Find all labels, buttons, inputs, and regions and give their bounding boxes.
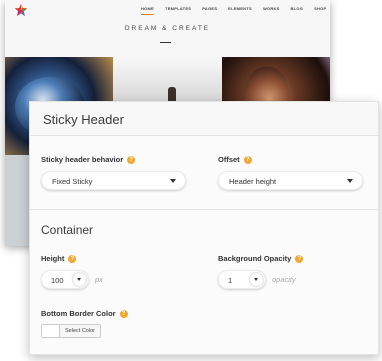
opacity-value: 1	[228, 276, 233, 285]
help-icon[interactable]: ?	[127, 155, 136, 164]
help-icon[interactable]: ?	[119, 309, 128, 318]
offset-value: Header height	[229, 177, 277, 186]
offset-select[interactable]: Header height	[218, 171, 363, 190]
sticky-behavior-label-text: Sticky header behavior	[41, 155, 124, 164]
color-swatch[interactable]	[42, 325, 60, 337]
nav-item-elements[interactable]: ELEMENTS	[228, 6, 252, 12]
help-icon[interactable]: ?	[243, 155, 252, 164]
opacity-label-text: Background Opacity	[218, 254, 292, 263]
section-divider	[30, 209, 378, 210]
opacity-label: Background Opacity ?	[218, 254, 304, 263]
height-label: Height ?	[41, 254, 77, 263]
nav-item-shop[interactable]: SHOP	[314, 6, 326, 12]
sticky-behavior-label: Sticky header behavior ?	[41, 155, 136, 164]
height-unit: px	[95, 275, 103, 284]
sticky-behavior-select[interactable]: Fixed Sticky	[41, 171, 186, 190]
site-header: HOME TEMPLATES PAGES ELEMENTS WORKS BLOG…	[5, 0, 330, 57]
sticky-header-settings-panel: Sticky Header Sticky header behavior ? F…	[29, 101, 379, 355]
border-color-label-text: Bottom Border Color	[41, 309, 116, 318]
select-color-button[interactable]: Select Color	[60, 325, 100, 337]
offset-label: Offset ?	[218, 155, 252, 164]
offset-label-text: Offset	[218, 155, 240, 164]
nav-item-home[interactable]: HOME	[141, 6, 154, 15]
panel-header: Sticky Header	[30, 102, 378, 136]
help-icon[interactable]: ?	[295, 254, 304, 263]
site-title: DREAM & CREATE	[124, 25, 211, 32]
help-icon[interactable]: ?	[68, 254, 77, 263]
site-nav: HOME TEMPLATES PAGES ELEMENTS WORKS BLOG…	[141, 6, 330, 15]
height-input[interactable]: 100	[41, 270, 89, 289]
border-color-picker[interactable]: Select Color	[41, 324, 101, 338]
height-stepper-button[interactable]	[73, 273, 86, 286]
chevron-down-icon	[170, 179, 176, 183]
sticky-behavior-value: Fixed Sticky	[52, 177, 93, 186]
nav-item-pages[interactable]: PAGES	[202, 6, 217, 12]
height-label-text: Height	[41, 254, 65, 263]
height-value: 100	[51, 276, 64, 285]
nav-item-blog[interactable]: BLOG	[291, 6, 304, 12]
nav-item-templates[interactable]: TEMPLATES	[165, 6, 191, 12]
chevron-down-icon	[347, 179, 353, 183]
opacity-stepper-button[interactable]	[250, 273, 263, 286]
border-color-label: Bottom Border Color ?	[41, 309, 128, 318]
opacity-input[interactable]: 1	[218, 270, 266, 289]
opacity-unit: opacity	[272, 275, 296, 284]
title-divider	[160, 42, 171, 43]
nav-item-works[interactable]: WORKS	[263, 6, 280, 12]
panel-title: Sticky Header	[43, 112, 124, 127]
star-logo-icon	[14, 3, 28, 16]
container-section-title: Container	[41, 223, 94, 237]
